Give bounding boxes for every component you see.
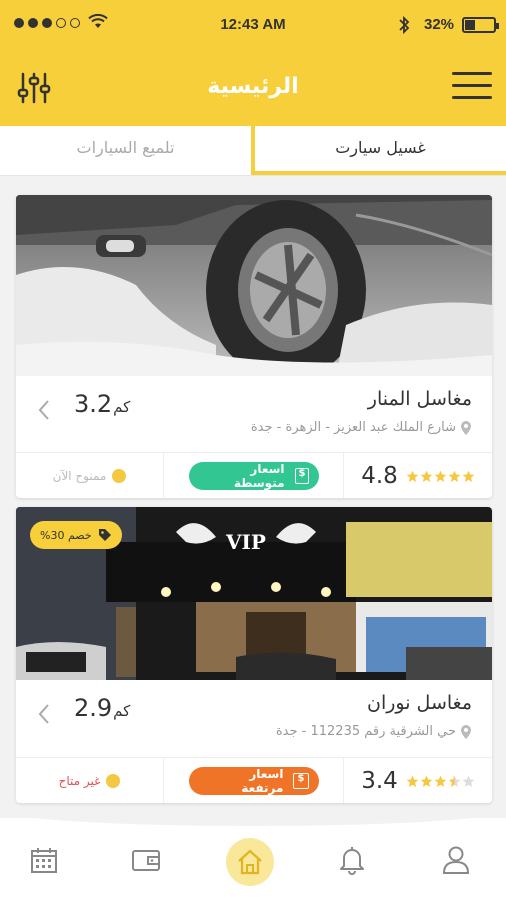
shop-address: حي الشرقية رقم 112235 - جدة xyxy=(276,724,472,739)
rating: 3.4 xyxy=(344,758,492,803)
tab-car-polish[interactable]: تلميع السيارات xyxy=(0,126,253,175)
star-icon xyxy=(406,470,419,482)
distance-value: 3.2 xyxy=(74,390,113,418)
smiley-icon xyxy=(112,469,127,483)
address-text: شارع الملك عبد العزيز - الزهرة - جدة xyxy=(250,420,456,435)
card-info: مغاسل المنار شارع الملك عبد العزيز - الز… xyxy=(16,376,492,452)
calendar-icon[interactable] xyxy=(28,844,60,876)
price-tag-icon xyxy=(293,773,309,789)
battery-percent: 32% xyxy=(424,16,455,33)
distance-unit: كم xyxy=(113,398,131,416)
shop-address: شارع الملك عبد العزيز - الزهرة - جدة xyxy=(251,420,472,435)
chevron-left-icon[interactable] xyxy=(36,702,52,726)
star-rating xyxy=(406,775,475,788)
vip-sign-text: VIP xyxy=(225,530,266,554)
price-tag-icon xyxy=(294,468,309,484)
permit-status: ممنوح الآن xyxy=(16,453,164,498)
category-tabs: غسيل سيارت تلميع السيارات xyxy=(0,126,506,176)
star-icon xyxy=(462,775,475,787)
shop-name: مغاسل نوران xyxy=(367,692,472,714)
permit-text: غير متاح xyxy=(58,774,101,788)
card-info: مغاسل نوران حي الشرقية رقم 112235 - جدة … xyxy=(16,680,492,756)
star-icon xyxy=(434,470,447,482)
shop-name: مغاسل المنار xyxy=(367,388,472,410)
location-pin-icon xyxy=(461,420,471,435)
bluetooth-icon xyxy=(399,15,410,35)
battery-icon xyxy=(462,17,499,33)
app-header: الرئيسية xyxy=(0,52,506,126)
distance-unit: كم xyxy=(113,702,131,720)
smiley-icon xyxy=(106,774,121,788)
tab-car-wash[interactable]: غسيل سيارت xyxy=(253,126,506,175)
home-button[interactable] xyxy=(226,838,274,886)
card-footer: غير متاح اسعار مرتفعة 3.4 xyxy=(16,757,492,803)
wallet-icon[interactable] xyxy=(130,844,162,876)
price-level: اسعار مرتفعة xyxy=(164,758,344,803)
distance-value: 2.9 xyxy=(74,694,113,722)
hamburger-menu-icon[interactable] xyxy=(452,72,492,104)
star-icon xyxy=(448,470,461,482)
location-pin-icon xyxy=(461,724,471,739)
car-wash-card[interactable]: مغاسل المنار شارع الملك عبد العزيز - الز… xyxy=(16,195,492,498)
car-wash-card[interactable]: VIP خصم 30% مغاسل نوران حي الشرقية رقم 1… xyxy=(16,507,492,803)
star-icon xyxy=(420,470,433,482)
star-icon xyxy=(434,775,447,787)
star-icon xyxy=(406,775,419,787)
user-icon[interactable] xyxy=(440,844,472,876)
star-icon xyxy=(448,775,461,787)
distance: كم 2.9 xyxy=(74,694,130,722)
car-wash-photo xyxy=(16,195,492,376)
chevron-left-icon[interactable] xyxy=(36,398,52,422)
price-text: اسعار متوسطة xyxy=(233,462,285,490)
card-footer: ممنوح الآن اسعار متوسطة 4.8 xyxy=(16,452,492,498)
distance: كم 3.2 xyxy=(74,390,130,418)
star-icon xyxy=(420,775,433,787)
rating-value: 3.4 xyxy=(361,768,398,794)
bell-icon[interactable] xyxy=(336,844,368,876)
discount-text: خصم 30% xyxy=(40,528,92,542)
page-title: الرئيسية xyxy=(207,74,299,99)
status-bar: 12:43 AM 32% xyxy=(0,0,506,52)
rating: 4.8 xyxy=(344,453,492,498)
home-icon xyxy=(238,849,262,875)
permit-text: ممنوح الآن xyxy=(52,469,107,483)
star-rating xyxy=(406,470,475,483)
discount-tag-icon xyxy=(98,529,111,541)
rating-value: 4.8 xyxy=(361,463,398,489)
price-badge: اسعار متوسطة xyxy=(188,462,319,490)
price-level: اسعار متوسطة xyxy=(164,453,344,498)
star-icon xyxy=(462,470,475,482)
price-text: اسعار مرتفعة xyxy=(241,767,284,795)
bottom-navigation xyxy=(0,810,506,900)
address-text: حي الشرقية رقم 112235 - جدة xyxy=(275,724,456,739)
price-badge: اسعار مرتفعة xyxy=(188,767,319,795)
discount-badge: خصم 30% xyxy=(30,521,122,549)
permit-status: غير متاح xyxy=(16,758,164,803)
